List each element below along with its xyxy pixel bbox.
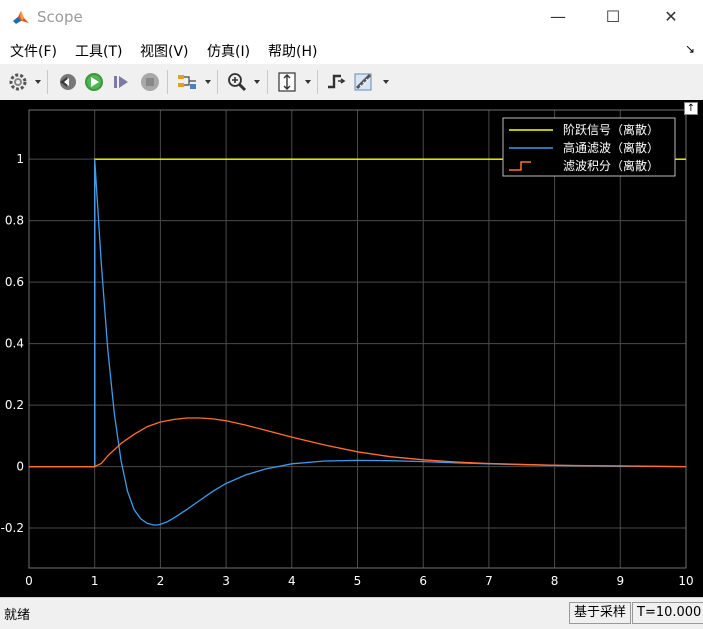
step-forward-icon[interactable] bbox=[111, 71, 133, 93]
x-tick-label: 9 bbox=[616, 574, 624, 588]
legend-label-1: 阶跃信号（离散） bbox=[563, 122, 659, 137]
legend: 阶跃信号（离散） 高通滤波（离散） 滤波积分（离散） bbox=[502, 117, 676, 177]
x-tick-label: 10 bbox=[678, 574, 693, 588]
measure-icon[interactable] bbox=[353, 71, 375, 93]
y-tick-label: 0.4 bbox=[5, 337, 24, 351]
title-bar: Scope — ☐ ✕ bbox=[0, 0, 703, 36]
fit-axes-icon[interactable] bbox=[276, 71, 298, 93]
status-ready-text: 就绪 bbox=[4, 608, 31, 623]
x-tick-label: 0 bbox=[25, 574, 33, 588]
x-tick-label: 1 bbox=[91, 574, 99, 588]
sim-time-label: T=10.000 bbox=[632, 602, 703, 624]
x-tick-label: 2 bbox=[157, 574, 165, 588]
gear-icon[interactable] bbox=[7, 71, 29, 93]
signal-selector-icon[interactable] bbox=[176, 71, 198, 93]
x-tick-label: 5 bbox=[354, 574, 362, 588]
run-icon[interactable] bbox=[83, 71, 105, 93]
x-tick-label: 7 bbox=[485, 574, 493, 588]
menu-view[interactable]: 视图(V) bbox=[140, 41, 189, 61]
x-tick-label: 4 bbox=[288, 574, 296, 588]
menu-help[interactable]: 帮助(H) bbox=[268, 41, 317, 61]
menu-file[interactable]: 文件(F) bbox=[10, 41, 57, 61]
triggers-icon[interactable] bbox=[325, 71, 347, 93]
menu-dock-arrow-icon[interactable]: ↘ bbox=[685, 42, 695, 56]
toolbar-separator bbox=[317, 70, 318, 94]
undock-button[interactable]: ↑ bbox=[684, 102, 698, 115]
zoom-in-icon[interactable] bbox=[226, 71, 248, 93]
gear-dropdown-icon[interactable] bbox=[35, 80, 41, 84]
menu-tools[interactable]: 工具(T) bbox=[75, 41, 122, 61]
legend-label-3: 滤波积分（离散） bbox=[563, 158, 659, 173]
y-tick-label: 0.2 bbox=[5, 398, 24, 412]
scope-display: 0 1 2 3 4 5 6 7 8 9 10 -0.2 0 0.2 0.4 0.6 0.8 1 阶跃信号（离散） 高… bbox=[0, 100, 703, 597]
toolbar bbox=[0, 64, 703, 101]
toolbar-separator bbox=[167, 70, 168, 94]
toolbar-separator bbox=[267, 70, 268, 94]
x-tick-label: 8 bbox=[551, 574, 559, 588]
maximize-button[interactable]: ☐ bbox=[590, 0, 636, 36]
legend-label-2: 高通滤波（离散） bbox=[563, 140, 659, 155]
measure-dropdown-icon[interactable] bbox=[383, 80, 389, 84]
y-tick-label: 0.8 bbox=[5, 214, 24, 228]
y-tick-label: 1 bbox=[16, 152, 24, 166]
menu-simulation[interactable]: 仿真(I) bbox=[207, 41, 250, 61]
close-button[interactable]: ✕ bbox=[648, 0, 694, 36]
x-tick-label: 6 bbox=[419, 574, 427, 588]
y-tick-label: 0 bbox=[16, 460, 24, 474]
y-tick-label: 0.6 bbox=[5, 275, 24, 289]
status-bar: 就绪 基于采样 T=10.000 bbox=[0, 597, 703, 629]
x-tick-label: 3 bbox=[222, 574, 230, 588]
chart-grid bbox=[28, 110, 687, 568]
minimize-button[interactable]: — bbox=[535, 0, 581, 36]
y-tick-label: -0.2 bbox=[1, 521, 24, 535]
fit-axes-dropdown-icon[interactable] bbox=[305, 80, 311, 84]
toolbar-separator bbox=[217, 70, 218, 94]
zoom-dropdown-icon[interactable] bbox=[254, 80, 260, 84]
stop-icon[interactable] bbox=[139, 71, 161, 93]
signal-selector-dropdown-icon[interactable] bbox=[205, 80, 211, 84]
sample-mode-label: 基于采样 bbox=[569, 602, 632, 624]
menu-bar: 文件(F) 工具(T) 视图(V) 仿真(I) 帮助(H) ↘ bbox=[0, 36, 703, 64]
window-title: Scope bbox=[37, 8, 83, 26]
scope-chart[interactable]: 0 1 2 3 4 5 6 7 8 9 10 -0.2 0 0.2 0.4 0.6 0.8 1 阶跃信号（离散） 高… bbox=[0, 100, 703, 597]
step-back-icon[interactable] bbox=[56, 71, 78, 93]
tick-labels: 0 1 2 3 4 5 6 7 8 9 10 -0.2 0 0.2 0.4 0.6 0.8 1 bbox=[1, 152, 694, 588]
toolbar-separator bbox=[47, 70, 48, 94]
matlab-logo-icon bbox=[12, 9, 30, 27]
